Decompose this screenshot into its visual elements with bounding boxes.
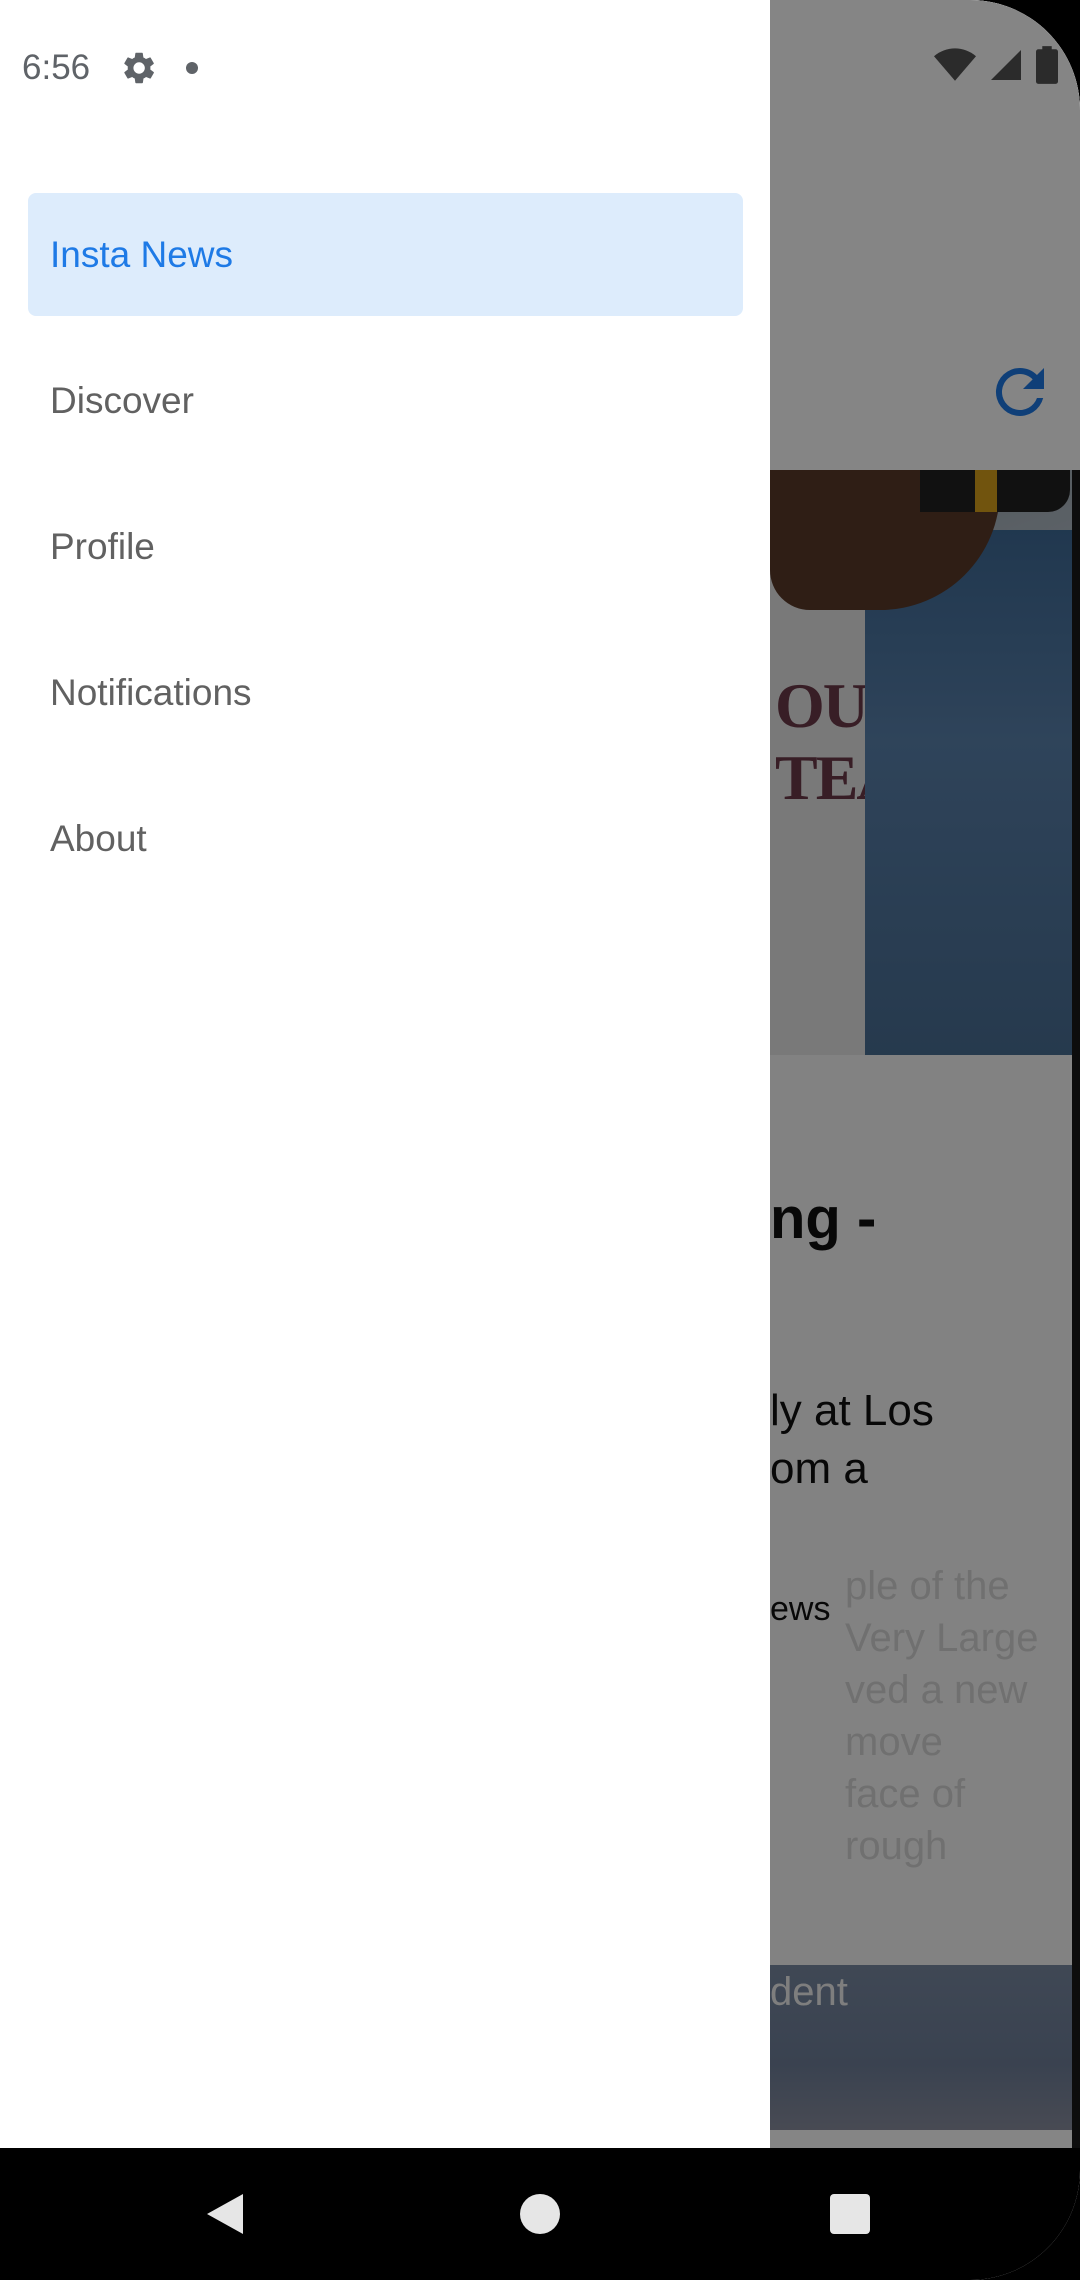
- status-icons: [934, 46, 1058, 84]
- battery-icon: [1036, 46, 1058, 84]
- home-icon: [520, 2194, 560, 2234]
- drawer-item-label: Profile: [50, 525, 155, 567]
- notification-dot-icon: [186, 62, 199, 74]
- recents-button[interactable]: [790, 2148, 910, 2280]
- drawer-item-discover[interactable]: Discover: [28, 339, 743, 462]
- drawer-item-notifications[interactable]: Notifications: [28, 631, 743, 754]
- drawer-item-label: Discover: [50, 379, 194, 421]
- drawer-item-about[interactable]: About: [28, 777, 743, 900]
- status-bar-left: 6:56: [22, 40, 199, 96]
- back-icon: [207, 2194, 243, 2234]
- system-nav-bar: [0, 2148, 1080, 2280]
- drawer-item-insta-news[interactable]: Insta News: [28, 193, 743, 316]
- home-button[interactable]: [480, 2148, 600, 2280]
- drawer-item-label: Notifications: [50, 671, 252, 713]
- back-button[interactable]: [165, 2148, 285, 2280]
- recents-icon: [830, 2194, 870, 2234]
- status-time: 6:56: [22, 48, 91, 87]
- navigation-drawer: 6:56 Insta News Discover Profile Notific…: [0, 0, 770, 2148]
- gear-icon: [124, 52, 155, 84]
- device-screen: OUSI TEAM ng - ly at Los om a ple of the…: [0, 0, 1080, 2280]
- drawer-item-label: Insta News: [50, 233, 234, 275]
- drawer-menu: Insta News Discover Profile Notification…: [28, 193, 743, 923]
- drawer-item-label: About: [50, 817, 147, 859]
- wifi-icon: [934, 48, 976, 81]
- cellular-signal-icon: [991, 50, 1021, 80]
- drawer-item-profile[interactable]: Profile: [28, 485, 743, 608]
